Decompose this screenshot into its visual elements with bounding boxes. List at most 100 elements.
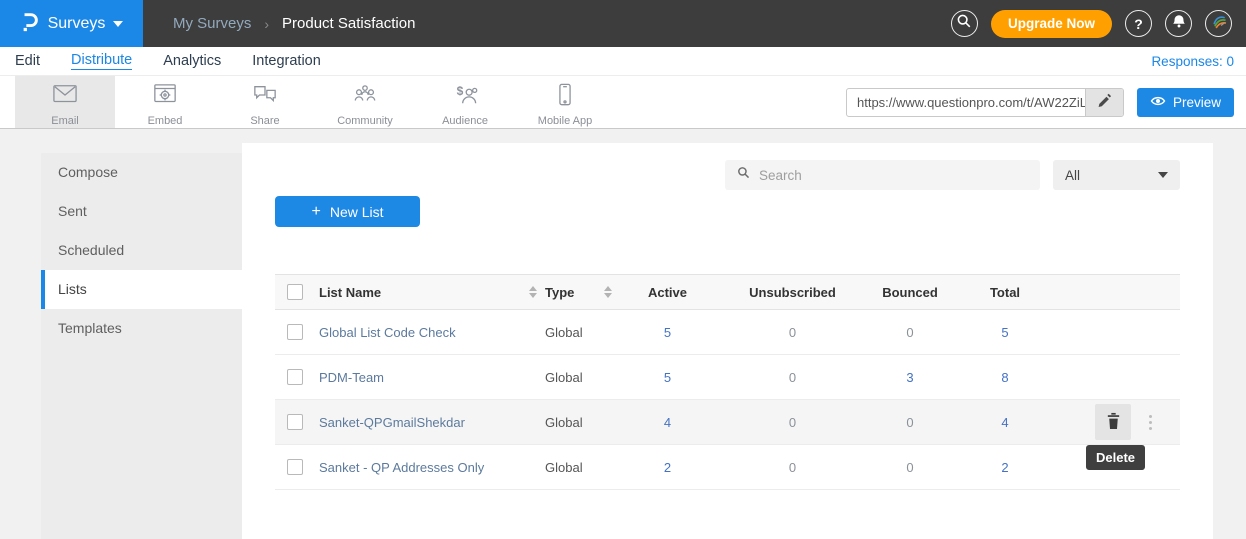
top-bar: Surveys My Surveys › Product Satisfactio… [0,0,1246,47]
product-switcher[interactable]: Surveys [0,0,143,47]
edit-url-button[interactable] [1085,89,1123,116]
svg-text:$: $ [457,84,464,98]
tab-distribute[interactable]: Distribute [71,52,132,70]
notifications-button[interactable] [1165,10,1192,37]
filter-selected-value: All [1065,168,1080,183]
column-active: Active [620,285,715,300]
chevron-down-icon [1158,172,1168,178]
unsubscribed-count[interactable]: 0 [715,325,870,340]
new-list-label: New List [330,204,384,220]
toolbar-item-community[interactable]: Community [315,76,415,128]
search-button[interactable] [951,10,978,37]
active-count[interactable]: 5 [620,325,715,340]
search-icon [956,13,972,34]
toolbar-item-share[interactable]: Share [215,76,315,128]
preview-label: Preview [1173,95,1221,110]
survey-nav: Edit Distribute Analytics Integration Re… [0,47,1246,76]
help-button[interactable]: ? [1125,10,1152,37]
table-row[interactable]: PDM-Team Global 5 0 3 8 [275,355,1180,400]
table-row[interactable]: Sanket-QPGmailShekdar Global 4 0 0 4 [275,400,1180,445]
total-count[interactable]: 2 [950,460,1060,475]
row-checkbox[interactable] [287,369,303,385]
delete-tooltip: Delete [1086,445,1145,470]
sort-list-name-icon[interactable] [529,286,537,298]
trash-icon [1105,411,1122,433]
audience-icon: $ [450,83,480,112]
delete-button[interactable] [1095,404,1131,440]
column-bounced: Bounced [870,285,950,300]
chevron-down-icon [113,21,123,27]
unsubscribed-count[interactable]: 0 [715,415,870,430]
lists-panel: Search All + New List List Name Type Act… [242,143,1213,539]
mobile-app-icon [550,83,580,112]
sidebar-item-sent[interactable]: Sent [41,192,242,231]
row-checkbox[interactable] [287,414,303,430]
topbar-actions: Upgrade Now ? [951,10,1232,38]
bounced-count[interactable]: 0 [870,325,950,340]
tab-integration[interactable]: Integration [252,53,321,69]
bell-icon [1171,13,1187,34]
active-count[interactable]: 2 [620,460,715,475]
toolbar-item-audience[interactable]: $ Audience [415,76,515,128]
list-name-link[interactable]: Global List Code Check [319,325,456,340]
search-input[interactable]: Search [725,160,1040,190]
total-count[interactable]: 5 [950,325,1060,340]
column-unsubscribed: Unsubscribed [715,285,870,300]
responses-count[interactable]: Responses: 0 [1151,54,1234,69]
breadcrumb-my-surveys[interactable]: My Surveys [173,15,251,32]
total-count[interactable]: 4 [950,415,1060,430]
toolbar-item-mobile-app[interactable]: Mobile App [515,76,615,128]
survey-url-box: https://www.questionpro.com/t/AW22ZiLz6 [846,88,1124,117]
column-total: Total [950,285,1060,300]
row-checkbox[interactable] [287,459,303,475]
pencil-icon [1097,92,1112,112]
active-count[interactable]: 4 [620,415,715,430]
bounced-count[interactable]: 0 [870,460,950,475]
table-header-row: List Name Type Active Unsubscribed Bounc… [275,274,1180,310]
sidebar-item-lists[interactable]: Lists [41,270,242,309]
questionpro-logo-icon [20,10,40,38]
sidebar-item-compose[interactable]: Compose [41,153,242,192]
select-all-checkbox[interactable] [287,284,303,300]
table-row[interactable]: Sanket - QP Addresses Only Global 2 0 0 … [275,445,1180,490]
unsubscribed-count[interactable]: 0 [715,370,870,385]
table-row[interactable]: Global List Code Check Global 5 0 0 5 [275,310,1180,355]
breadcrumb-separator: › [264,16,269,32]
column-type: Type [545,285,574,300]
unsubscribed-count[interactable]: 0 [715,460,870,475]
preview-button[interactable]: Preview [1137,88,1234,117]
survey-url[interactable]: https://www.questionpro.com/t/AW22ZiLz6 [847,89,1085,116]
sort-type-icon[interactable] [604,286,612,298]
row-checkbox[interactable] [287,324,303,340]
embed-icon [150,83,180,112]
plus-icon: + [311,203,320,221]
tab-analytics[interactable]: Analytics [163,53,221,69]
upgrade-now-button[interactable]: Upgrade Now [991,10,1112,38]
toolbar-item-email[interactable]: Email [15,76,115,128]
active-count[interactable]: 5 [620,370,715,385]
list-name-link[interactable]: Sanket-QPGmailShekdar [319,415,465,430]
search-placeholder: Search [759,168,802,183]
total-count[interactable]: 8 [950,370,1060,385]
tab-edit[interactable]: Edit [15,53,40,69]
share-icon [250,83,280,112]
bounced-count[interactable]: 3 [870,370,950,385]
community-icon [350,83,380,112]
email-icon [50,83,80,112]
breadcrumb: My Surveys › Product Satisfaction [173,15,415,32]
bounced-count[interactable]: 0 [870,415,950,430]
email-sidebar: Compose Sent Scheduled Lists Templates [41,153,242,539]
column-list-name: List Name [319,285,381,300]
new-list-button[interactable]: + New List [275,196,420,227]
more-options-button[interactable] [1149,415,1152,430]
avatar [1210,12,1228,35]
search-icon [737,166,750,184]
list-name-link[interactable]: PDM-Team [319,370,384,385]
sidebar-item-scheduled[interactable]: Scheduled [41,231,242,270]
list-filter-select[interactable]: All [1053,160,1180,190]
sidebar-item-templates[interactable]: Templates [41,309,242,348]
account-menu-button[interactable] [1205,10,1232,37]
product-name: Surveys [48,15,106,33]
toolbar-item-embed[interactable]: Embed [115,76,215,128]
list-name-link[interactable]: Sanket - QP Addresses Only [319,460,484,475]
